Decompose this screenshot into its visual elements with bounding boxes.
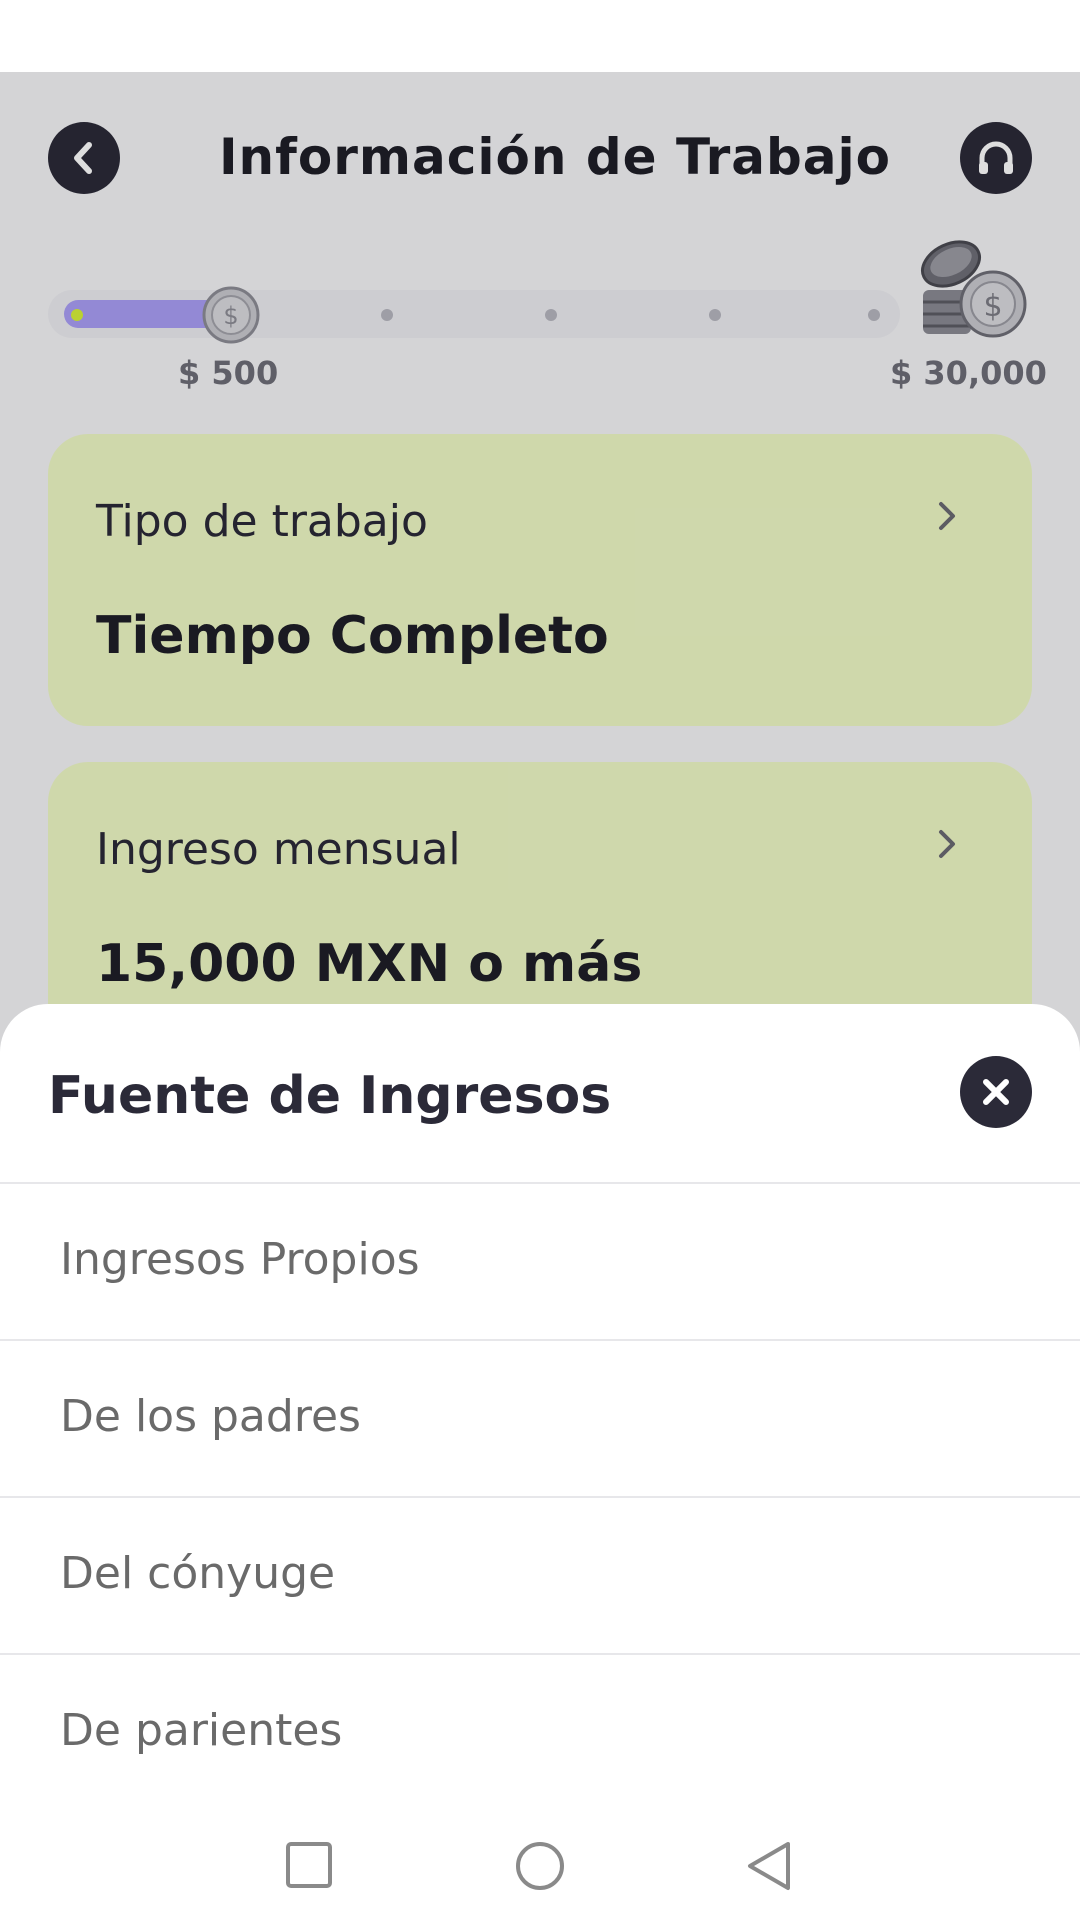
option-label: Del cónyuge xyxy=(60,1548,336,1599)
option-del-conyuge[interactable]: Del cónyuge xyxy=(0,1496,1080,1653)
close-button[interactable] xyxy=(960,1056,1032,1128)
income-source-options: Ingresos Propios De los padres Del cónyu… xyxy=(0,1182,1080,1810)
option-label: De parientes xyxy=(60,1705,343,1756)
circle-icon[interactable] xyxy=(514,1840,566,1892)
income-source-sheet: Fuente de Ingresos Ingresos Propios De l… xyxy=(0,1004,1080,1920)
option-de-parientes[interactable]: De parientes xyxy=(0,1653,1080,1810)
square-icon[interactable] xyxy=(284,1840,334,1890)
triangle-back-icon[interactable] xyxy=(744,1840,794,1892)
option-label: Ingresos Propios xyxy=(60,1234,420,1285)
option-ingresos-propios[interactable]: Ingresos Propios xyxy=(0,1182,1080,1339)
system-nav-bar xyxy=(0,1810,1080,1920)
close-icon xyxy=(983,1079,1009,1105)
option-label: De los padres xyxy=(60,1391,361,1442)
status-bar xyxy=(0,0,1080,72)
sheet-title: Fuente de Ingresos xyxy=(48,1066,612,1126)
option-de-los-padres[interactable]: De los padres xyxy=(0,1339,1080,1496)
